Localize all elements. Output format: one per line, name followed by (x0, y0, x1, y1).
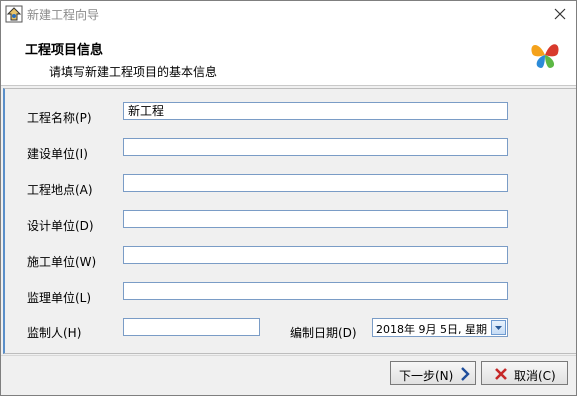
new-project-wizard-window: 新建工程向导 工程项目信息 请填写新建工程项目的基本信息 工程名称(P) 新工程… (0, 0, 577, 396)
compile-date-label: 编制日期(D) (290, 326, 357, 340)
date-dropdown-button[interactable] (491, 320, 506, 335)
supervision-unit-field[interactable] (123, 282, 508, 300)
project-name-label: 工程名称(P) (27, 111, 92, 125)
construction-unit-label: 建设单位(I) (27, 147, 88, 161)
compile-date-value: 2018年 9月 5日, 星期 (376, 323, 487, 336)
project-location-label: 工程地点(A) (27, 183, 93, 197)
next-button-label: 下一步(N) (399, 369, 454, 383)
next-button[interactable]: 下一步(N) (390, 361, 476, 385)
compiler-label: 监制人(H) (27, 326, 82, 340)
contractor-field[interactable] (123, 246, 508, 264)
contractor-label: 施工单位(W) (27, 255, 97, 269)
compile-date-picker[interactable]: 2018年 9月 5日, 星期 (372, 318, 508, 337)
design-unit-label: 设计单位(D) (27, 219, 94, 233)
page-subtitle: 请填写新建工程项目的基本信息 (49, 65, 218, 79)
title-bar: 新建工程向导 (1, 1, 576, 27)
project-info-panel: 工程名称(P) 新工程 建设单位(I) 工程地点(A) 设计单位(D) 施工单位… (3, 88, 576, 354)
window-title: 新建工程向导 (27, 8, 100, 22)
app-icon (5, 5, 23, 23)
compiler-field[interactable] (123, 318, 260, 336)
butterfly-logo-icon (531, 44, 559, 68)
project-location-field[interactable] (123, 174, 508, 192)
close-icon[interactable] (550, 4, 570, 24)
wizard-header: 工程项目信息 请填写新建工程项目的基本信息 (1, 27, 576, 86)
page-title: 工程项目信息 (25, 43, 104, 58)
project-name-field[interactable]: 新工程 (123, 102, 508, 120)
cancel-button-label: 取消(C) (514, 369, 556, 383)
arrow-right-icon (461, 367, 470, 381)
design-unit-field[interactable] (123, 210, 508, 228)
footer-divider (1, 355, 576, 356)
supervision-unit-label: 监理单位(L) (27, 291, 92, 305)
cancel-button[interactable]: 取消(C) (481, 361, 568, 385)
chevron-down-icon (495, 326, 502, 330)
close-x-icon (495, 368, 507, 380)
construction-unit-field[interactable] (123, 138, 508, 156)
